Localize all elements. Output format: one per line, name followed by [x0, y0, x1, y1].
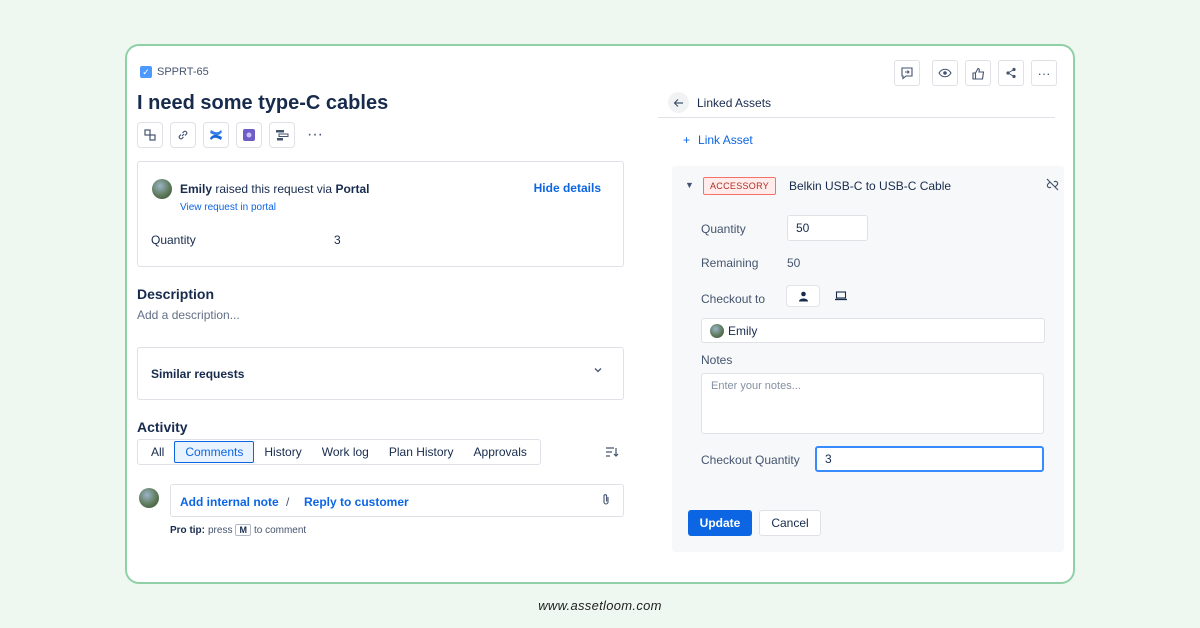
avatar — [152, 179, 172, 199]
roadmap-icon[interactable] — [269, 122, 295, 148]
similar-requests-label: Similar requests — [151, 367, 245, 381]
link-asset-button[interactable]: + Link Asset — [683, 133, 753, 147]
checkout-to-value: Emily — [728, 323, 758, 338]
keyboard-shortcut: M — [235, 524, 251, 536]
remaining-value: 50 — [787, 256, 801, 270]
description-field[interactable]: Add a description... — [137, 308, 240, 322]
avatar — [710, 323, 724, 338]
collapse-caret-icon[interactable]: ▼ — [685, 180, 694, 190]
checkout-quantity-label: Checkout Quantity — [701, 453, 800, 467]
feedback-icon[interactable] — [894, 60, 920, 86]
tab-comments[interactable]: Comments — [174, 441, 255, 463]
chevron-down-icon[interactable] — [593, 364, 603, 378]
remaining-label: Remaining — [701, 256, 759, 270]
linked-assets-title: Linked Assets — [697, 96, 772, 110]
comment-box[interactable]: Add internal note / Reply to customer — [170, 484, 624, 517]
asset-category-badge: ACCESSORY — [703, 177, 777, 195]
tab-history[interactable]: History — [254, 442, 311, 462]
share-icon[interactable] — [998, 60, 1024, 86]
notes-label: Notes — [701, 353, 733, 367]
tab-plan-history[interactable]: Plan History — [379, 442, 464, 462]
protip-rest: to comment — [253, 524, 307, 536]
notes-textarea[interactable]: Enter your notes... — [701, 373, 1044, 434]
issue-title[interactable]: I need some type-C cables — [137, 92, 388, 115]
footer-url: www.assetloom.com — [538, 598, 662, 613]
watch-icon[interactable] — [932, 60, 958, 86]
more-icon[interactable]: ··· — [1031, 60, 1057, 86]
quantity-value: 3 — [334, 233, 341, 247]
checkout-quantity-input[interactable]: 3 — [815, 446, 1044, 472]
laptop-icon[interactable] — [825, 286, 857, 306]
issue-toolbar: ··· — [137, 122, 328, 148]
user-icon[interactable] — [787, 286, 819, 306]
asset-quantity-label: Quantity — [701, 222, 746, 236]
link-asset-label: Link Asset — [698, 133, 753, 147]
more-icon[interactable]: ··· — [302, 122, 328, 148]
requester-name[interactable]: Emily — [180, 182, 212, 196]
issue-actions: ··· — [894, 60, 1057, 86]
asset-name[interactable]: Belkin USB-C to USB-C Cable — [789, 179, 951, 193]
attachment-icon[interactable] — [601, 493, 611, 509]
protip-press: press — [208, 524, 233, 536]
add-internal-note-button[interactable]: Add internal note — [180, 495, 279, 509]
unlink-icon[interactable] — [1045, 178, 1060, 194]
quantity-label: Quantity — [151, 233, 196, 247]
view-request-link[interactable]: View request in portal — [180, 202, 276, 213]
raised-text: raised this request via — [215, 182, 333, 196]
avatar — [139, 488, 159, 508]
protip-label: Pro tip: — [170, 524, 205, 536]
checkout-to-select[interactable]: Emily — [701, 318, 1045, 343]
similar-requests-panel[interactable]: Similar requests — [137, 347, 624, 400]
divider — [658, 117, 1055, 118]
tab-all[interactable]: All — [141, 442, 174, 462]
hide-details-button[interactable]: Hide details — [534, 181, 601, 195]
activity-tabs: All Comments History Work log Plan Histo… — [137, 439, 541, 465]
pro-tip: Pro tip: press M to comment — [170, 524, 306, 536]
checkout-to-label: Checkout to — [701, 292, 766, 306]
asset-quantity-input[interactable]: 50 — [787, 215, 868, 241]
sort-icon[interactable] — [605, 446, 619, 461]
link-icon[interactable] — [170, 122, 196, 148]
separator: / — [286, 495, 290, 509]
cancel-button[interactable]: Cancel — [759, 510, 821, 536]
issue-key-label: SPPRT-65 — [157, 66, 209, 78]
confluence-icon[interactable] — [203, 122, 229, 148]
checkout-target-toggle — [787, 286, 857, 306]
back-arrow-icon[interactable] — [668, 92, 689, 113]
update-button[interactable]: Update — [688, 510, 752, 536]
like-icon[interactable] — [965, 60, 991, 86]
request-header: Emily raised this request via Portal — [152, 179, 369, 199]
tab-approvals[interactable]: Approvals — [464, 442, 537, 462]
subtask-icon[interactable] — [137, 122, 163, 148]
request-details-panel: Emily raised this request via Portal Vie… — [137, 161, 624, 267]
description-heading: Description — [137, 286, 215, 302]
reply-to-customer-button[interactable]: Reply to customer — [304, 495, 409, 509]
activity-heading: Activity — [137, 419, 188, 435]
task-checkbox-icon: ✓ — [140, 66, 152, 78]
channel-name: Portal — [335, 182, 370, 196]
plus-icon: + — [683, 133, 691, 147]
tab-work-log[interactable]: Work log — [312, 442, 379, 462]
issue-key[interactable]: ✓ SPPRT-65 — [140, 66, 209, 78]
app-icon[interactable] — [236, 122, 262, 148]
